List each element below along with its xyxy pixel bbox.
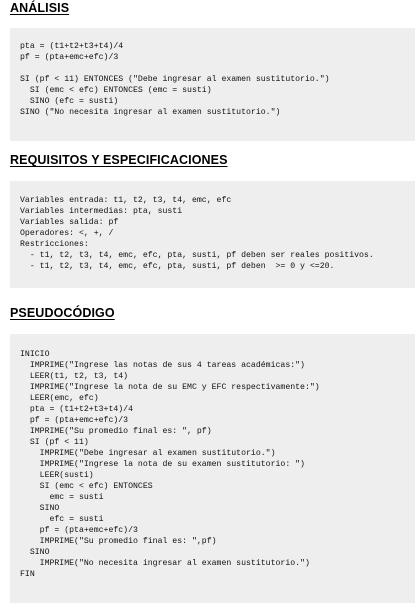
code-line: SINO [20,504,60,513]
section-title-requisitos: REQUISITOS Y ESPECIFICACIONES [10,153,228,167]
code-line: efc = susti [20,515,104,524]
code-line: INICIO [20,350,50,359]
code-line: pf = (pta+emc+efc)/3 [20,53,119,62]
code-line: Variables salida: pf [20,218,119,227]
code-line: pf = (pta+emc+efc)/3 [20,416,129,425]
code-line: Restricciones: [20,240,89,249]
code-line: IMPRIME("Ingrese las notas de sus 4 tare… [20,361,305,370]
code-line: LEER(susti) [20,471,94,480]
code-line: SI (pf < 11) ENTONCES ("Debe ingresar al… [20,75,330,84]
code-line: Operadores: <, +, / [20,229,114,238]
code-line: IMPRIME("Ingrese la nota de su examen su… [20,460,305,469]
code-line: IMPRIME("Su promedio final es: ",pf) [20,537,217,546]
code-line: - t1, t2, t3, t4, emc, efc, pta, susti, … [20,251,374,260]
code-line: pta = (t1+t2+t3+t4)/4 [20,405,134,414]
code-line: IMPRIME("Su promedio final es: ", pf) [20,427,212,436]
code-block-pseudocodigo: INICIO IMPRIME("Ingrese las notas de sus… [10,334,415,603]
code-line: SINO (efc = susti) [20,97,119,106]
code-line: Variables entrada: t1, t2, t3, t4, emc, … [20,196,232,205]
code-line: LEER(t1, t2, t3, t4) [20,372,129,381]
code-line: SINO ("No necesita ingresar al examen su… [20,108,281,117]
code-line: SI (emc < efc) ENTONCES [20,482,153,491]
code-line: emc = susti [20,493,104,502]
code-line: SI (pf < 11) [20,438,89,447]
code-line: - t1, t2, t3, t4, emc, efc, pta, susti, … [20,262,335,271]
code-line: IMPRIME("Ingrese la nota de su EMC y EFC… [20,383,320,392]
code-line: FIN [20,570,35,579]
code-line: SI (emc < efc) ENTONCES (emc = susti) [20,86,212,95]
code-line: IMPRIME("No necesita ingresar al examen … [20,559,310,568]
section-title-pseudocodigo: PSEUDOCÓDIGO [10,306,115,320]
code-block-analisis: pta = (t1+t2+t3+t4)/4 pf = (pta+emc+efc)… [10,28,415,141]
code-line: Variables intermedias: pta, susti [20,207,183,216]
code-line: IMPRIME("Debe ingresar al examen sustitu… [20,449,276,458]
section-title-analisis: ANÁLISIS [10,1,70,15]
code-line: LEER(emc, efc) [20,394,99,403]
code-block-requisitos: Variables entrada: t1, t2, t3, t4, emc, … [10,181,415,288]
code-line: SINO [20,548,50,557]
code-line: pta = (t1+t2+t3+t4)/4 [20,42,124,51]
code-line: pf = (pta+emc+efc)/3 [20,526,138,535]
